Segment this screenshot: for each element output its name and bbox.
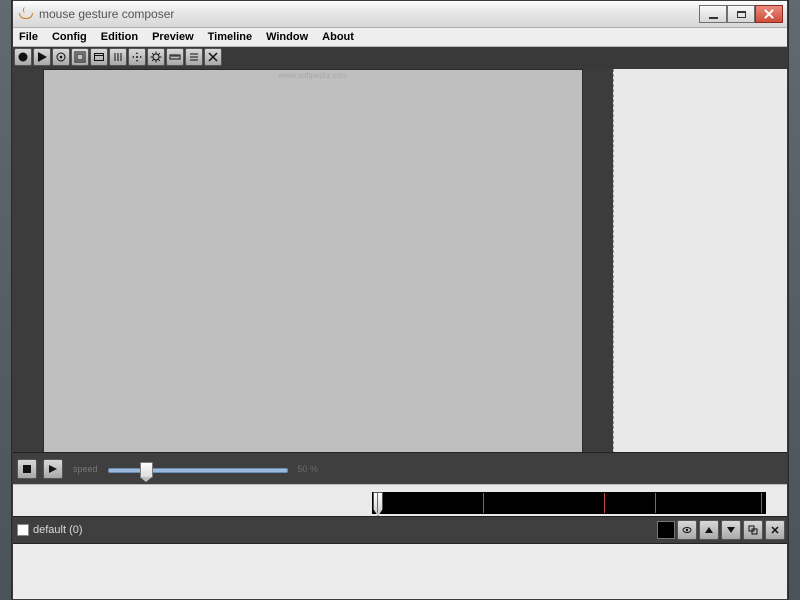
timeline-cursor[interactable] [373, 492, 383, 516]
ruler-button[interactable] [166, 48, 184, 66]
speed-slider-track [108, 468, 288, 473]
desktop-area-right [788, 0, 800, 600]
timeline-mark [604, 493, 605, 513]
layer-name-label: default (0) [33, 524, 83, 536]
frame-button[interactable] [90, 48, 108, 66]
stop-button[interactable] [17, 459, 37, 479]
play-button[interactable] [33, 48, 51, 66]
canvas-panel: www.softpedia.com [13, 69, 613, 454]
layer-down-button[interactable] [721, 520, 741, 540]
pan-button[interactable] [128, 48, 146, 66]
menu-file[interactable]: File [19, 31, 38, 43]
menu-config[interactable]: Config [52, 31, 87, 43]
menu-edition[interactable]: Edition [101, 31, 138, 43]
timeline-mark [483, 493, 484, 513]
speed-slider-thumb[interactable] [140, 462, 153, 478]
layer-entry[interactable]: default (0) [15, 524, 167, 536]
window-controls [699, 5, 783, 23]
timeline-mark [761, 493, 762, 513]
fullscreen-button[interactable] [71, 48, 89, 66]
record-button[interactable] [14, 48, 32, 66]
window-title: mouse gesture composer [39, 7, 699, 21]
app-window: mouse gesture composer File Config Editi… [12, 0, 788, 600]
playback-button[interactable] [43, 459, 63, 479]
settings-button[interactable] [147, 48, 165, 66]
layer-duplicate-button[interactable] [743, 520, 763, 540]
target-button[interactable] [52, 48, 70, 66]
menu-about[interactable]: About [322, 31, 354, 43]
content-area: www.softpedia.com speed 50 % [13, 47, 787, 599]
speed-bar: speed 50 % [13, 452, 787, 486]
minimize-button[interactable] [699, 5, 727, 23]
speed-label: speed [73, 464, 98, 474]
clear-button[interactable] [204, 48, 222, 66]
layer-color-button[interactable] [657, 521, 675, 539]
right-sidebar[interactable] [613, 69, 787, 454]
main-split: www.softpedia.com [13, 69, 787, 454]
layer-swatch-icon [17, 524, 29, 536]
gesture-canvas[interactable]: www.softpedia.com [43, 69, 583, 454]
layer-delete-button[interactable] [765, 520, 785, 540]
speed-value: 50 % [298, 464, 319, 474]
bottom-pane [13, 544, 787, 599]
menu-preview[interactable]: Preview [152, 31, 194, 43]
menu-window[interactable]: Window [266, 31, 308, 43]
menu-timeline[interactable]: Timeline [208, 31, 252, 43]
canvas-watermark: www.softpedia.com [279, 71, 348, 80]
layer-up-button[interactable] [699, 520, 719, 540]
close-button[interactable] [755, 5, 783, 23]
speed-slider[interactable] [108, 462, 288, 476]
layer-bar: default (0) [13, 516, 787, 544]
maximize-button[interactable] [727, 5, 755, 23]
timeline-mark [655, 493, 656, 513]
columns-button[interactable] [109, 48, 127, 66]
menubar: File Config Edition Preview Timeline Win… [13, 28, 787, 47]
desktop-area-left [0, 0, 12, 600]
timeline-mark [377, 493, 378, 513]
list-button[interactable] [185, 48, 203, 66]
titlebar[interactable]: mouse gesture composer [13, 1, 787, 28]
layer-visibility-button[interactable] [677, 520, 697, 540]
java-icon [17, 6, 33, 22]
timeline-clip[interactable] [372, 492, 766, 514]
